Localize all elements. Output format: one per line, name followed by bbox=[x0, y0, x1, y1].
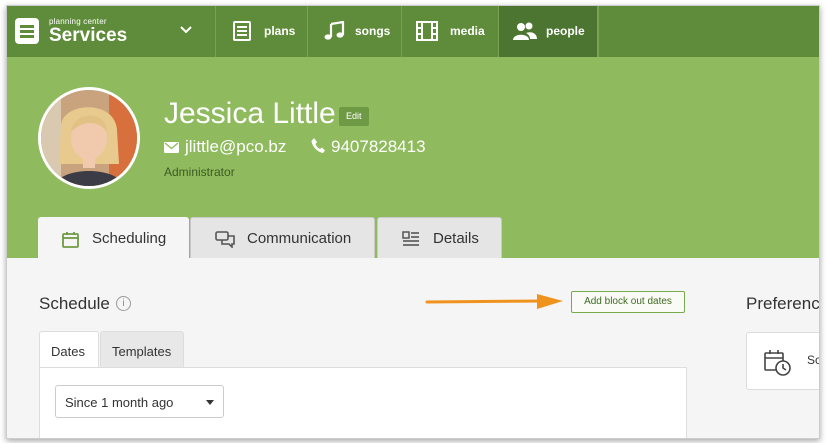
details-icon bbox=[402, 231, 419, 246]
subtab-templates[interactable]: Templates bbox=[100, 331, 184, 368]
tab-details-label: Details bbox=[433, 230, 479, 247]
people-icon bbox=[513, 22, 537, 40]
nav-plans[interactable]: plans bbox=[216, 6, 308, 57]
top-navigation: planning center Services plans songs med… bbox=[7, 6, 819, 57]
chevron-down-icon bbox=[180, 26, 192, 34]
date-range-select[interactable]: Since 1 month ago bbox=[55, 385, 224, 418]
envelope-icon bbox=[164, 142, 179, 153]
preferences-card[interactable]: Sc bbox=[746, 332, 820, 390]
nav-plans-label: plans bbox=[264, 24, 296, 38]
nav-people-label: people bbox=[546, 24, 585, 38]
chat-icon bbox=[215, 231, 235, 248]
subtab-templates-label: Templates bbox=[112, 344, 172, 359]
services-logo-icon bbox=[15, 18, 39, 44]
tab-scheduling-label: Scheduling bbox=[92, 230, 167, 247]
brand-name: Services bbox=[49, 25, 128, 46]
profile-header: Jessica Little Edit jlittle@pco.bz 94078… bbox=[7, 57, 819, 259]
tab-communication-label: Communication bbox=[247, 230, 352, 247]
film-icon bbox=[416, 21, 438, 41]
app-window: planning center Services plans songs med… bbox=[6, 5, 820, 439]
subtab-dates-label: Dates bbox=[51, 344, 85, 359]
app-switcher[interactable]: planning center Services bbox=[7, 6, 216, 57]
avatar bbox=[38, 87, 140, 189]
nav-spacer bbox=[598, 6, 819, 57]
phone-contact[interactable]: 9407828413 bbox=[311, 137, 426, 157]
plans-icon bbox=[233, 21, 251, 41]
nav-songs-label: songs bbox=[355, 24, 391, 38]
nav-people[interactable]: people bbox=[499, 6, 598, 57]
email-contact[interactable]: jlittle@pco.bz bbox=[164, 137, 286, 157]
calendar-icon bbox=[62, 232, 79, 248]
nav-media-label: media bbox=[450, 24, 485, 38]
person-name: Jessica Little bbox=[164, 97, 336, 130]
caret-down-icon bbox=[206, 400, 214, 405]
person-role: Administrator bbox=[164, 165, 235, 179]
add-block-out-dates-button[interactable]: Add block out dates bbox=[571, 291, 685, 313]
nav-media[interactable]: media bbox=[402, 6, 499, 57]
calendar-clock-icon bbox=[764, 350, 791, 376]
tab-communication[interactable]: Communication bbox=[190, 217, 375, 258]
email-text: jlittle@pco.bz bbox=[185, 137, 287, 156]
preferences-item-label: Sc bbox=[807, 353, 820, 367]
music-note-icon bbox=[324, 21, 345, 40]
tab-scheduling[interactable]: Scheduling bbox=[38, 217, 189, 259]
annotation-arrow-icon bbox=[425, 294, 563, 309]
subtab-dates[interactable]: Dates bbox=[39, 331, 99, 368]
phone-icon bbox=[311, 138, 325, 153]
schedule-heading: Schedule bbox=[39, 294, 110, 313]
preferences-heading: Preferences bbox=[746, 294, 820, 313]
phone-text: 9407828413 bbox=[331, 137, 426, 156]
edit-profile-button[interactable]: Edit bbox=[339, 107, 369, 126]
nav-songs[interactable]: songs bbox=[308, 6, 402, 57]
info-icon[interactable]: i bbox=[116, 296, 131, 311]
date-range-value: Since 1 month ago bbox=[65, 395, 174, 410]
tab-details[interactable]: Details bbox=[377, 217, 502, 258]
